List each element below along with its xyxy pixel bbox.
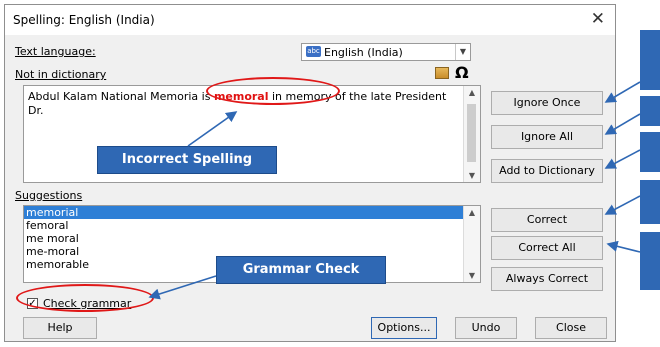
scroll-down-icon[interactable]: ▼ xyxy=(464,271,480,280)
suggestion-item[interactable]: memorial xyxy=(24,206,480,219)
correct-button[interactable]: Correct xyxy=(491,208,603,232)
dropdown-arrow-icon[interactable]: ▼ xyxy=(455,44,470,60)
ignore-all-button[interactable]: Ignore All xyxy=(491,125,603,149)
incorrect-spelling-callout: Incorrect Spelling xyxy=(97,146,277,174)
language-flag-icon: abc xyxy=(306,46,321,57)
annotation-panel-1 xyxy=(640,30,660,90)
check-grammar-highlight-ellipse xyxy=(16,284,154,312)
help-button[interactable]: Help xyxy=(23,317,97,339)
text-scrollbar[interactable]: ▲ ▼ xyxy=(463,86,480,182)
dialog-title: Spelling: English (India) xyxy=(13,13,155,27)
text-language-label: Text language: xyxy=(15,45,96,58)
scroll-up-icon[interactable]: ▲ xyxy=(464,88,480,97)
scroll-thumb[interactable] xyxy=(467,104,476,162)
options-button[interactable]: Options... xyxy=(371,317,437,339)
special-character-icon[interactable]: Ω xyxy=(455,63,469,82)
suggestion-item[interactable]: me moral xyxy=(24,232,480,245)
title-bar: Spelling: English (India) ✕ xyxy=(5,5,615,35)
annotation-panel-5 xyxy=(640,232,660,290)
ignore-once-button[interactable]: Ignore Once xyxy=(491,91,603,115)
misspelled-highlight-ellipse xyxy=(206,77,340,105)
annotation-panel-3 xyxy=(640,132,660,172)
suggestions-scrollbar[interactable]: ▲ ▼ xyxy=(463,206,480,282)
close-icon[interactable]: ✕ xyxy=(591,9,605,29)
suggestion-item[interactable]: femoral xyxy=(24,219,480,232)
grammar-check-callout: Grammar Check xyxy=(216,256,386,284)
sentence-before: Abdul Kalam National Memori xyxy=(28,90,192,103)
annotation-panel-4 xyxy=(640,180,660,224)
suggestions-label: Suggestions xyxy=(15,189,83,202)
scroll-up-icon[interactable]: ▲ xyxy=(464,208,480,217)
language-select[interactable]: abc English (India) ▼ xyxy=(301,43,471,61)
correct-all-button[interactable]: Correct All xyxy=(491,236,603,260)
scroll-down-icon[interactable]: ▼ xyxy=(464,171,480,180)
add-to-dictionary-button[interactable]: Add to Dictionary xyxy=(491,159,603,183)
language-value: English (India) xyxy=(324,46,403,59)
close-button[interactable]: Close xyxy=(535,317,607,339)
undo-button[interactable]: Undo xyxy=(455,317,517,339)
autocorrect-icon[interactable] xyxy=(435,67,449,79)
always-correct-button[interactable]: Always Correct xyxy=(491,267,603,291)
annotation-panel-2 xyxy=(640,96,660,126)
not-in-dictionary-label: Not in dictionary xyxy=(15,68,107,81)
